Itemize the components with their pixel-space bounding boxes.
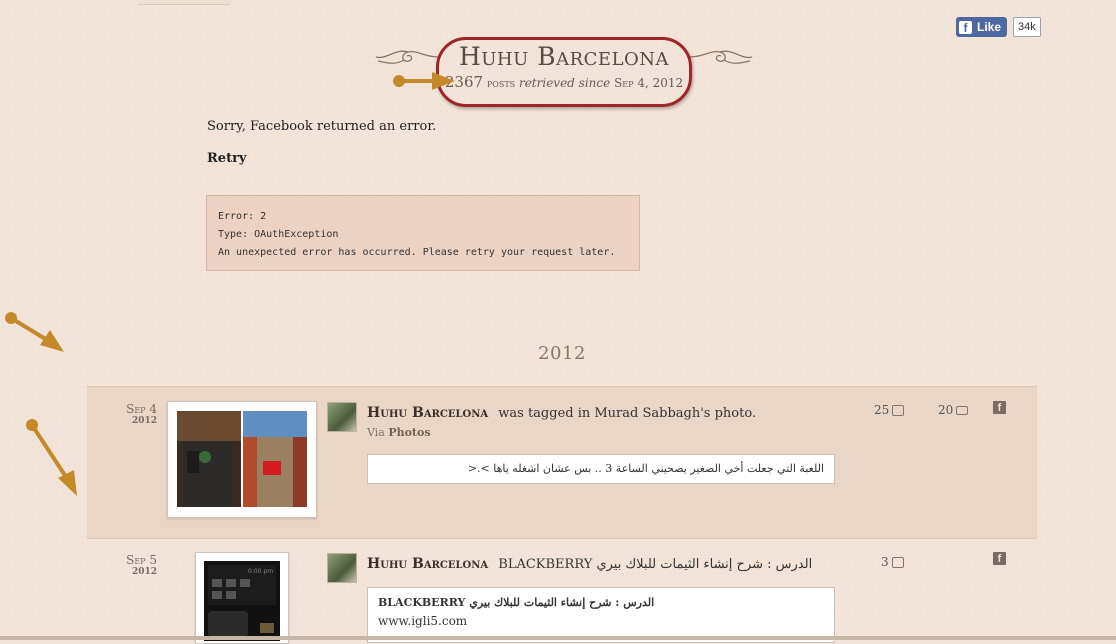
via-label: Via (367, 426, 385, 439)
post-date-day: Sep 4 (126, 402, 157, 416)
author-avatar[interactable] (327, 553, 357, 583)
error-message: Sorry, Facebook returned an error. (207, 119, 437, 134)
link-preview-title: BLACKBERRY الدرس : شرح إنشاء الثيمات للب… (378, 596, 655, 609)
post-action-text: BLACKBERRY الدرس : شرح إنشاء الثيمات للب… (498, 557, 813, 572)
post-date: Sep 4 2012 (87, 402, 157, 426)
author-link[interactable]: Huhu Barcelona (367, 405, 488, 421)
post-date: Sep 5 2012 (87, 553, 157, 577)
error-detail: An unexpected error has occurred. Please… (218, 247, 616, 258)
retry-link[interactable]: Retry (207, 151, 246, 166)
left-flourish-ornament (375, 50, 439, 64)
game-screenshot-image (177, 411, 307, 507)
error-type: Type: OAuthException (218, 229, 339, 240)
author-avatar[interactable] (327, 402, 357, 432)
likes-count: 3 (881, 555, 889, 569)
phone-screen-text: 0:00 pm (248, 568, 273, 575)
like-label: Like (977, 20, 1002, 34)
via-source-link[interactable]: Photos (388, 426, 430, 439)
post-photo-thumbnail[interactable]: 0:00 pm (195, 552, 289, 644)
author-link[interactable]: Huhu Barcelona (367, 556, 488, 572)
via-line: Via Photos (367, 426, 431, 439)
right-flourish-ornament (689, 50, 753, 64)
posts-retrieved-line: 2367 posts retrieved since Sep 4, 2012 (436, 73, 692, 91)
post-quote-text: اللعبة التي جعلت أخي الصغير يصحيني الساع… (467, 462, 824, 475)
post-date-year: 2012 (131, 567, 157, 577)
blackberry-phone-image: 0:00 pm (204, 561, 280, 641)
likes-stat[interactable]: 25 (874, 403, 905, 417)
post-photo-thumbnail[interactable] (167, 401, 317, 518)
likes-count: 25 (874, 403, 890, 417)
top-tab[interactable] (138, 0, 230, 5)
error-details-box: Error: 2 Type: OAuthException An unexpec… (206, 195, 640, 271)
bottom-scroll-edge (0, 636, 1116, 640)
page-title[interactable]: Huhu Barcelona (436, 42, 692, 71)
thumbs-up-icon (891, 556, 904, 568)
error-code: Error: 2 (218, 211, 267, 222)
comments-stat[interactable]: 20 (938, 403, 969, 417)
post-quote-box: اللعبة التي جعلت أخي الصغير يصحيني الساع… (367, 454, 835, 484)
post-date-year: 2012 (131, 416, 157, 426)
arrow-post-annotation (26, 419, 77, 496)
comment-icon (956, 405, 969, 415)
link-preview-url[interactable]: www.igli5.com (378, 614, 824, 628)
post-date-day: Sep 5 (126, 553, 157, 567)
post-count: 2367 (444, 73, 484, 91)
post-title: Huhu Barcelona BLACKBERRY الدرس : شرح إن… (367, 556, 812, 572)
facebook-f-icon: f (959, 20, 972, 35)
facebook-icon[interactable]: f (993, 552, 1006, 565)
comments-count: 20 (938, 403, 954, 417)
facebook-like-widget[interactable]: f Like 34k (956, 17, 1041, 37)
facebook-like-button[interactable]: f Like (956, 17, 1008, 37)
post-title: Huhu Barcelona was tagged in Murad Sabba… (367, 405, 756, 421)
thumbs-up-icon (892, 404, 905, 416)
since-date: Sep 4, 2012 (614, 76, 684, 90)
post-link-preview-box[interactable]: BLACKBERRY الدرس : شرح إنشاء الثيمات للب… (367, 587, 835, 643)
like-count: 34k (1013, 17, 1041, 37)
posts-word: posts (486, 76, 516, 90)
post-action-text: was tagged in Murad Sabbagh's photo. (498, 406, 757, 421)
likes-stat[interactable]: 3 (881, 555, 904, 569)
facebook-icon[interactable]: f (993, 401, 1006, 414)
retrieved-text: retrieved since (518, 76, 611, 90)
year-heading: 2012 (538, 343, 586, 364)
